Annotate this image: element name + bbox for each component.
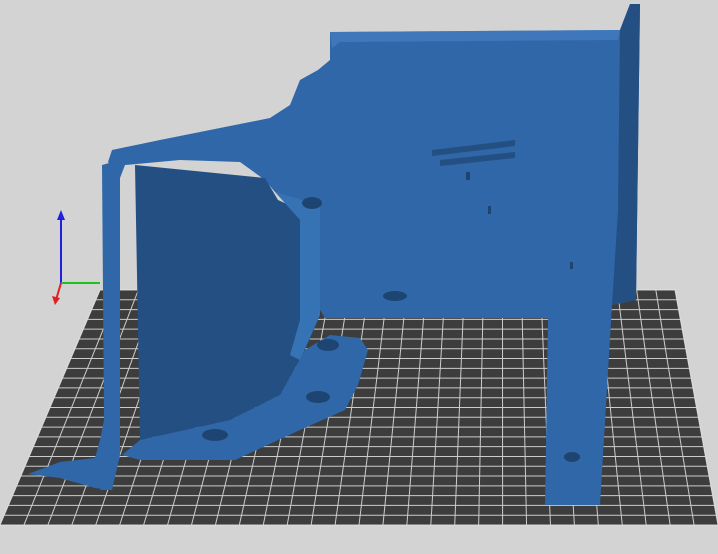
surface-notch [488, 206, 491, 214]
x-axis-arrow-icon [52, 296, 60, 305]
z-axis-arrow-icon [57, 210, 65, 220]
surface-notch [570, 262, 573, 269]
mounting-hole [202, 429, 228, 441]
mounting-hole [564, 452, 580, 462]
viewport-canvas[interactable] [0, 0, 718, 554]
mounting-hole [317, 339, 339, 351]
surface-notch [466, 172, 470, 180]
axis-gizmo [52, 210, 100, 305]
3d-viewport[interactable] [0, 0, 718, 554]
mounting-hole [302, 197, 322, 209]
mounting-hole [383, 291, 407, 301]
mounting-hole [306, 391, 330, 403]
